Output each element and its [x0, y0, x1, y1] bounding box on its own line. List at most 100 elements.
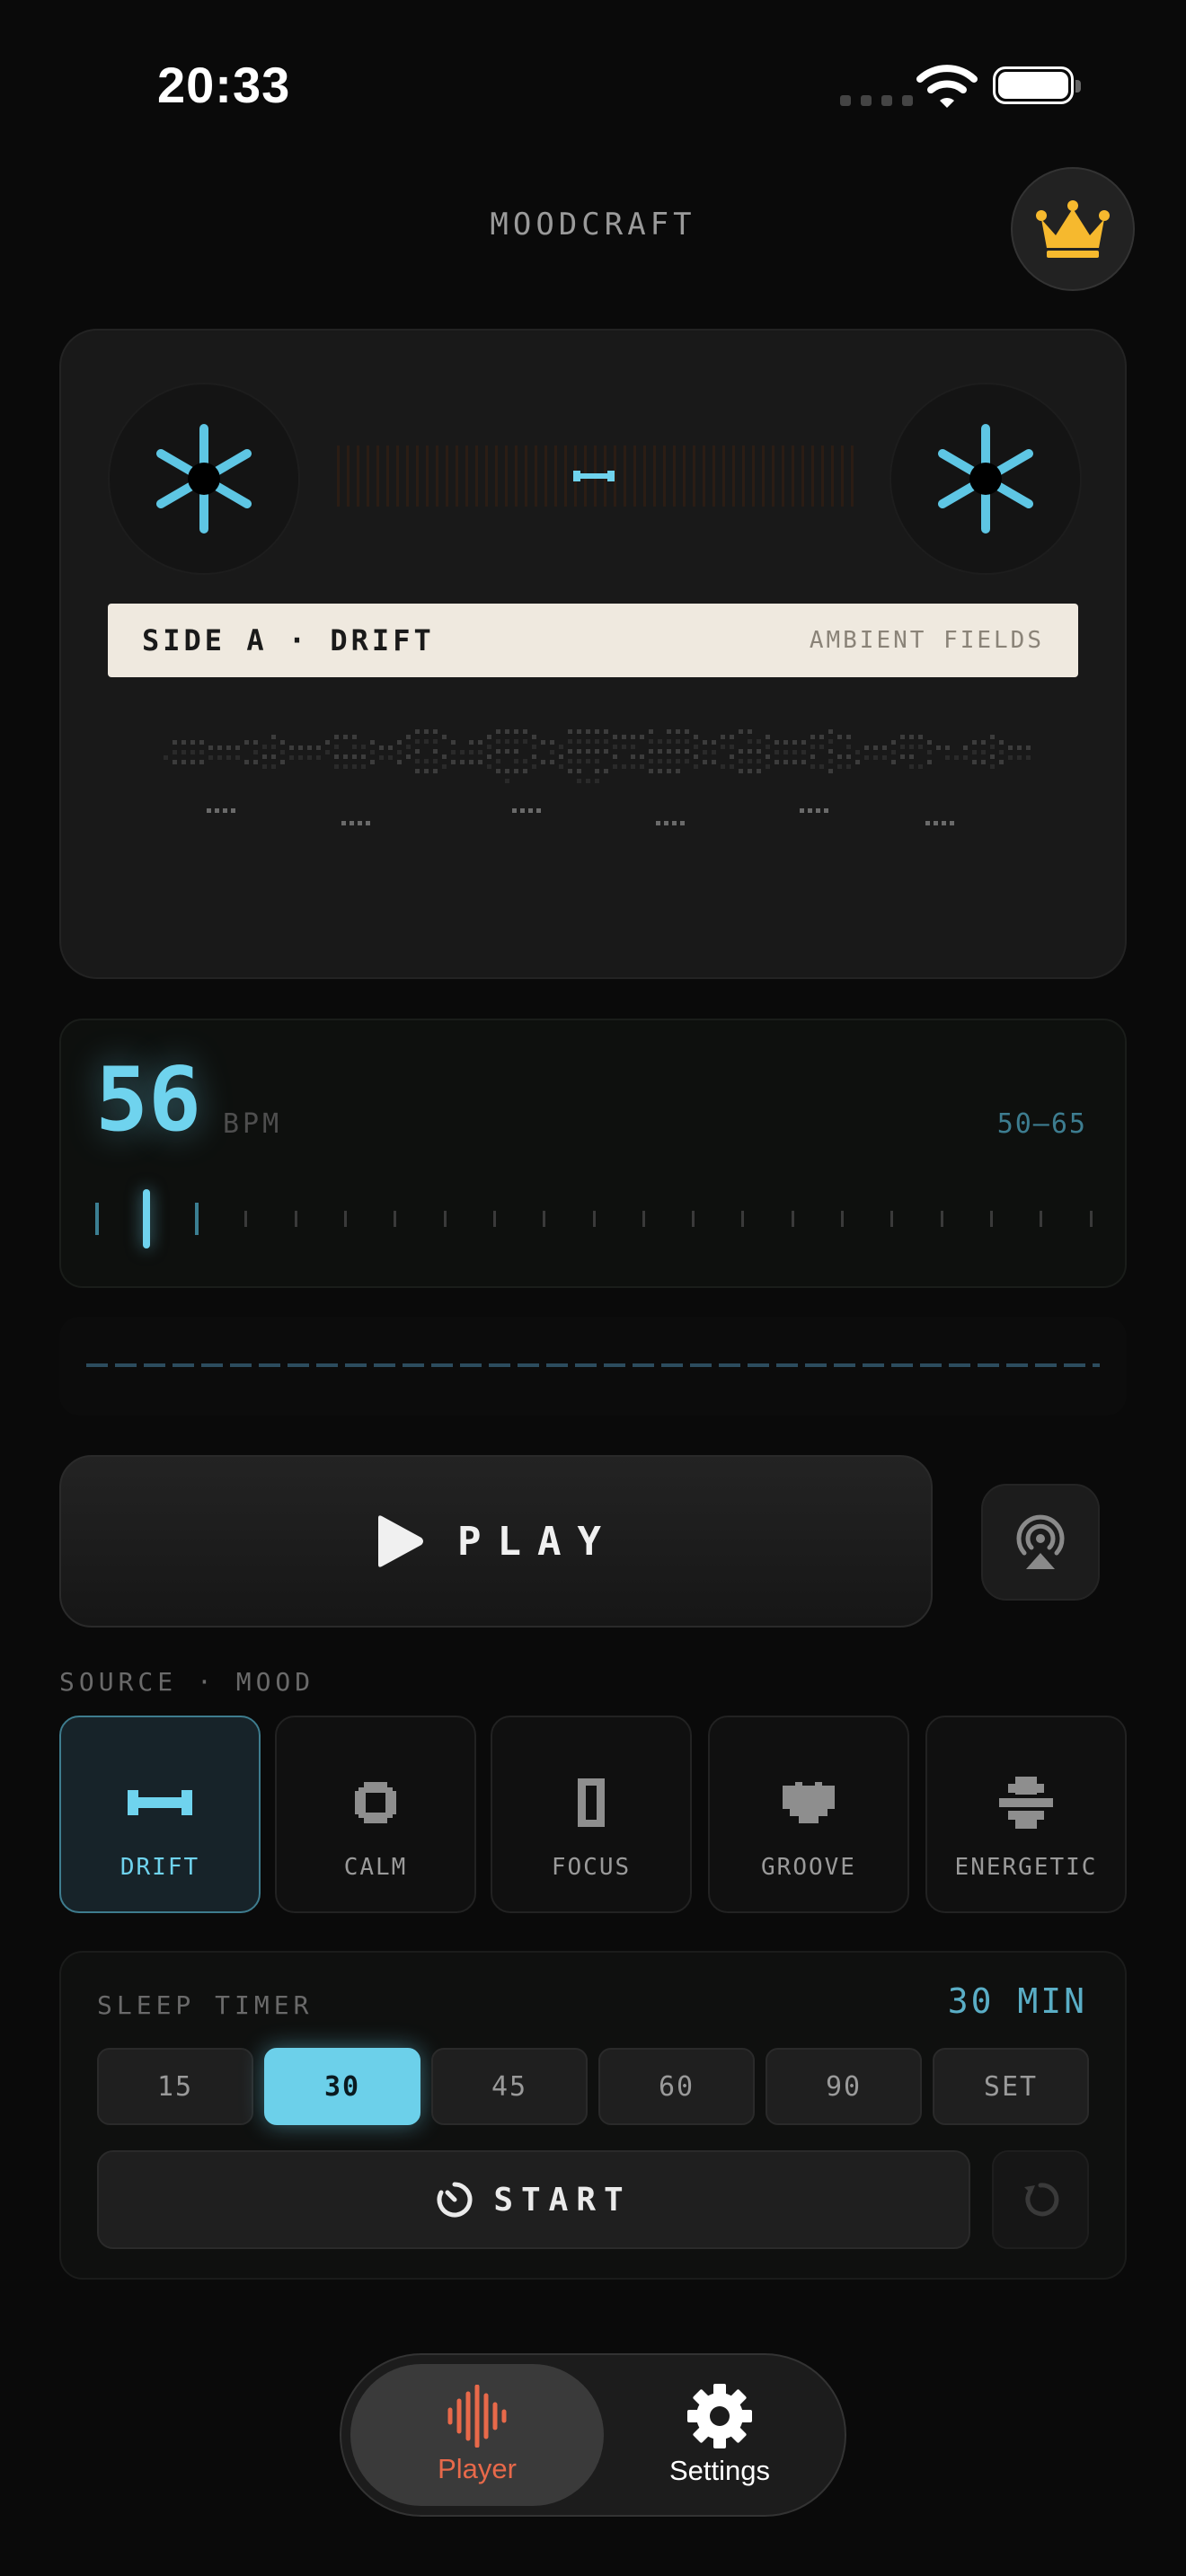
visualizer-dot — [352, 764, 357, 769]
visualizer-dot — [334, 735, 339, 739]
timer-option-45[interactable]: 45 — [431, 2048, 588, 2125]
visualizer-dot — [672, 821, 677, 825]
visualizer-dot — [433, 739, 438, 744]
visualizer-dot — [1017, 745, 1022, 750]
visualizer-dot — [739, 759, 743, 763]
bpm-tick — [791, 1211, 794, 1227]
visualizer-dot — [927, 760, 932, 764]
bpm-tick — [741, 1211, 745, 1227]
bpm-value: 56 — [95, 1049, 202, 1151]
visualizer-dot — [837, 735, 842, 739]
timer-start-button[interactable]: START — [97, 2150, 970, 2249]
airplay-button[interactable] — [981, 1484, 1100, 1601]
visualizer-dot — [487, 764, 491, 769]
waveform-line — [86, 1363, 1100, 1367]
visualizer-dot — [181, 750, 186, 754]
visualizer-dot — [469, 740, 474, 745]
visualizer-dot — [810, 735, 815, 739]
mood-groove[interactable]: GROOVE — [708, 1716, 909, 1913]
visualizer-dot — [451, 750, 456, 754]
visualizer-dot — [316, 745, 321, 750]
visualizer-dot — [909, 754, 914, 759]
play-button[interactable]: PLAY — [59, 1455, 933, 1628]
visualizer-dot — [577, 759, 581, 763]
tab-player[interactable]: Player — [350, 2364, 604, 2506]
play-label: PLAY — [457, 1518, 617, 1565]
visualizer-dot — [577, 729, 581, 734]
visualizer-dot — [514, 759, 518, 763]
visualizer-dot — [496, 769, 500, 773]
visualizer-dot — [622, 764, 626, 769]
visualizer-dot — [828, 769, 833, 773]
visualizer-dot — [208, 745, 213, 750]
visualizer-dot — [334, 754, 339, 759]
bpm-range: 50—65 — [996, 1108, 1087, 1140]
visualizer-dot — [774, 760, 779, 764]
bpm-tick — [592, 1211, 596, 1227]
timer-reset-button[interactable] — [992, 2150, 1089, 2249]
visualizer-dot — [918, 735, 923, 739]
visualizer-dot — [963, 745, 968, 750]
visualizer-dot — [181, 760, 186, 764]
visualizer-dot — [496, 729, 500, 734]
visualizer-dot — [667, 739, 671, 744]
visualizer-dot — [990, 735, 995, 739]
visualizer-dot — [341, 821, 346, 825]
visualizer-dot — [640, 735, 644, 739]
visualizer-dot — [819, 745, 824, 749]
visualizer-dot — [366, 821, 370, 825]
visualizer-dot — [577, 769, 581, 773]
visualizer-dot — [622, 735, 626, 739]
timer-option-90[interactable]: 90 — [766, 2048, 922, 2125]
visualizer-dot — [350, 821, 354, 825]
visualizer-dot — [523, 769, 527, 773]
visualizer-dot — [757, 769, 761, 773]
timer-option-30[interactable]: 30 — [264, 2048, 420, 2125]
visualizer-dot — [173, 750, 177, 754]
visualizer-dot — [613, 735, 617, 739]
bpm-tick — [642, 1211, 645, 1227]
visualizer-dot — [680, 821, 685, 825]
visualizer-dot — [469, 750, 474, 754]
visualizer-dot — [235, 755, 240, 760]
mood-section-label: SOURCE · MOOD — [59, 1667, 315, 1697]
visualizer-dot — [541, 740, 545, 745]
visualizer-dot — [487, 754, 491, 759]
visualizer-dot — [846, 764, 851, 769]
visualizer-dot — [703, 750, 707, 754]
visualizer-dot — [231, 808, 235, 813]
premium-button[interactable] — [1011, 167, 1135, 291]
timer-option-set[interactable]: SET — [933, 2048, 1089, 2125]
visualizer-dot — [595, 749, 599, 754]
visualizer-dot — [882, 755, 887, 760]
visualizer-dot — [739, 729, 743, 734]
visualizer-dot — [748, 749, 752, 754]
mood-focus[interactable]: FOCUS — [491, 1716, 692, 1913]
mood-calm[interactable]: CALM — [275, 1716, 476, 1913]
visualizer-dot — [244, 740, 249, 745]
visualizer-dot — [721, 745, 725, 749]
visualizer-dot — [289, 755, 294, 760]
mood-energetic[interactable]: ENERGETIC — [925, 1716, 1127, 1913]
visualizer-dot — [280, 740, 285, 745]
timer-option-15[interactable]: 15 — [97, 2048, 253, 2125]
visualizer-dot — [721, 764, 725, 769]
visualizer-dot — [173, 760, 177, 764]
visualizer-dot — [766, 745, 770, 749]
visualizer-dot — [801, 740, 806, 745]
visualizer-dot — [505, 739, 509, 744]
visualizer-dot — [810, 754, 815, 759]
visualizer-dot — [712, 740, 716, 745]
visualizer-dot — [837, 764, 842, 769]
mood-drift[interactable]: DRIFT — [59, 1716, 261, 1913]
visualizer-dot — [361, 754, 366, 759]
tab-settings[interactable]: Settings — [604, 2364, 836, 2506]
visualizer-dot — [215, 808, 219, 813]
visualizer-dot — [604, 769, 608, 773]
visualizer-dot — [559, 754, 563, 759]
visualizer-dot — [981, 740, 986, 745]
visualizer-dot — [415, 729, 420, 734]
timer-option-60[interactable]: 60 — [598, 2048, 755, 2125]
visualizer-dot — [352, 745, 357, 749]
visualizer-dot — [950, 821, 954, 825]
